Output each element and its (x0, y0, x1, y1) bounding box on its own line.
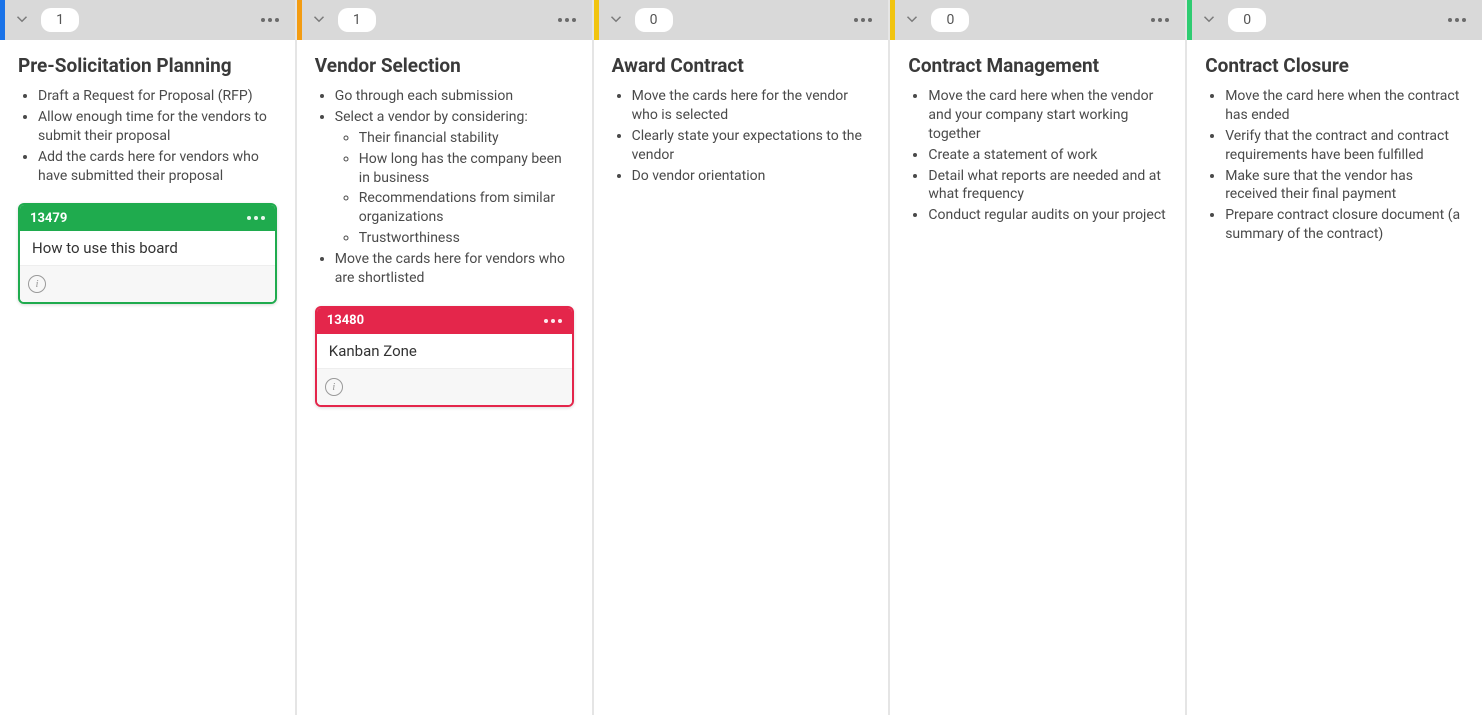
card-count-badge: 0 (635, 8, 673, 32)
more-horizontal-icon[interactable] (247, 216, 265, 220)
column-header: 0 (890, 0, 1185, 40)
chevron-down-icon (1200, 10, 1218, 31)
chevron-down-icon (310, 10, 328, 31)
more-horizontal-icon[interactable] (544, 319, 562, 323)
column-header: 0 (594, 0, 889, 40)
column: 1 Pre-Solicitation Planning Draft a Reques… (0, 0, 295, 715)
column-body[interactable]: Contract Closure Move the card here when … (1187, 40, 1482, 715)
column-more-button[interactable] (1442, 0, 1472, 40)
card-title: How to use this board (20, 231, 275, 266)
column-body[interactable]: Vendor Selection Go through each submissi… (297, 40, 592, 715)
collapse-button[interactable] (302, 0, 336, 40)
column-body[interactable]: Pre-Solicitation Planning Draft a Request… (0, 40, 295, 715)
info-icon[interactable]: i (325, 378, 343, 396)
column-body[interactable]: Award Contract Move the cards here for th… (594, 40, 889, 715)
column-title: Award Contract (612, 54, 871, 77)
more-horizontal-icon (1151, 18, 1169, 22)
collapse-button[interactable] (895, 0, 929, 40)
column-header: 0 (1187, 0, 1482, 40)
kanban-board: 1 Pre-Solicitation Planning Draft a Reques… (0, 0, 1482, 715)
card-count-badge: 1 (41, 8, 79, 32)
column-more-button[interactable] (255, 0, 285, 40)
card-id: 13480 (327, 313, 364, 328)
column-header: 1 (0, 0, 295, 40)
column: 0 Award Contract Move the cards here for t… (594, 0, 889, 715)
chevron-down-icon (903, 10, 921, 31)
more-horizontal-icon (558, 18, 576, 22)
column-more-button[interactable] (1145, 0, 1175, 40)
more-horizontal-icon (261, 18, 279, 22)
card-count-badge: 1 (338, 8, 376, 32)
column-body[interactable]: Contract Management Move the card here wh… (890, 40, 1185, 715)
card-count-badge: 0 (1228, 8, 1266, 32)
chevron-down-icon (607, 10, 625, 31)
kanban-card[interactable]: 13480 Kanban Zone i (315, 306, 574, 407)
more-horizontal-icon (1448, 18, 1466, 22)
collapse-button[interactable] (1192, 0, 1226, 40)
column-title: Vendor Selection (315, 54, 574, 77)
card-footer: i (20, 266, 275, 302)
info-icon[interactable]: i (28, 275, 46, 293)
collapse-button[interactable] (5, 0, 39, 40)
column-more-button[interactable] (848, 0, 878, 40)
column-title: Contract Management (908, 54, 1167, 77)
card-count-badge: 0 (931, 8, 969, 32)
more-horizontal-icon (854, 18, 872, 22)
chevron-down-icon (13, 10, 31, 31)
column-title: Pre-Solicitation Planning (18, 54, 277, 77)
collapse-button[interactable] (599, 0, 633, 40)
column-description: Draft a Request for Proposal (RFP)Allow … (18, 87, 277, 185)
card-header: 13480 (317, 308, 572, 334)
card-header: 13479 (20, 205, 275, 231)
column-description: Go through each submissionSelect a vendo… (315, 87, 574, 288)
column: 1 Vendor Selection Go through each submiss… (297, 0, 592, 715)
card-title: Kanban Zone (317, 334, 572, 369)
column: 0 Contract Closure Move the card here when… (1187, 0, 1482, 715)
column-description: Move the cards here for the vendor who i… (612, 87, 871, 185)
column: 0 Contract Management Move the card here w… (890, 0, 1185, 715)
column-description: Move the card here when the contract has… (1205, 87, 1464, 244)
kanban-card[interactable]: 13479 How to use this board i (18, 203, 277, 304)
column-more-button[interactable] (552, 0, 582, 40)
column-header: 1 (297, 0, 592, 40)
card-id: 13479 (30, 211, 67, 226)
column-title: Contract Closure (1205, 54, 1464, 77)
card-footer: i (317, 369, 572, 405)
column-description: Move the card here when the vendor and y… (908, 87, 1167, 225)
